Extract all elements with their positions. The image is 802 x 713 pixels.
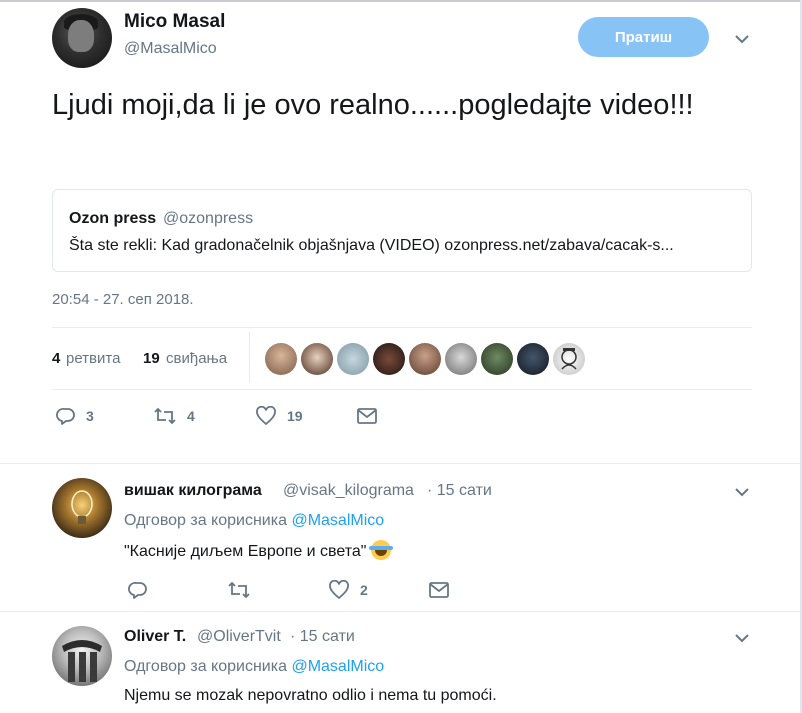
chevron-down-icon[interactable] xyxy=(734,31,750,47)
reply-action[interactable]: 3 xyxy=(56,406,94,426)
liker-avatar[interactable] xyxy=(517,343,549,375)
liker-avatar[interactable] xyxy=(265,343,297,375)
replying-to-mention[interactable]: @MasalMico xyxy=(291,512,384,529)
author-handle[interactable]: @MasalMico xyxy=(124,40,217,58)
reply-count: 3 xyxy=(86,408,94,424)
author-avatar[interactable] xyxy=(52,8,112,68)
heart-icon xyxy=(329,580,349,600)
reply-action[interactable] xyxy=(128,580,148,600)
chevron-down-icon[interactable] xyxy=(734,630,750,646)
replying-to: Одговор за корисника @MasalMico xyxy=(124,658,384,676)
replying-to-label: Одговор за корисника xyxy=(124,658,287,675)
retweets-label[interactable]: ретвита xyxy=(66,350,120,367)
retweet-action[interactable] xyxy=(227,580,251,600)
retweets-count[interactable]: 4 xyxy=(52,350,60,367)
liker-avatar[interactable] xyxy=(301,343,333,375)
follow-button[interactable]: Пратиш xyxy=(578,17,709,57)
quoted-tweet[interactable]: Ozon press @ozonpress Šta ste rekli: Kad… xyxy=(52,189,752,272)
replying-to-mention[interactable]: @MasalMico xyxy=(291,658,384,675)
chevron-down-icon[interactable] xyxy=(734,484,750,500)
retweet-icon xyxy=(154,407,176,425)
tears-of-joy-emoji-icon xyxy=(368,540,393,560)
liker-avatars xyxy=(265,343,585,375)
like-count: 2 xyxy=(360,582,368,598)
stats-separator xyxy=(249,331,250,383)
liker-avatar[interactable] xyxy=(409,343,441,375)
divider xyxy=(52,327,752,328)
liker-avatar[interactable] xyxy=(553,343,585,375)
quoted-author-name: Ozon press xyxy=(69,210,157,227)
reply-author-handle[interactable]: @visak_kilograma xyxy=(283,482,414,500)
reply-text: "Касније диљем Европе и света" xyxy=(124,543,367,560)
reply-time[interactable]: · 15 сати xyxy=(290,628,355,646)
reply-avatar[interactable] xyxy=(52,626,112,686)
reply-avatar[interactable] xyxy=(52,478,112,538)
envelope-icon xyxy=(429,582,449,598)
like-action[interactable]: 2 xyxy=(328,580,368,600)
divider xyxy=(52,389,752,390)
reply-author-name[interactable]: Oliver T. xyxy=(124,628,186,646)
author-name[interactable]: Mico Masal xyxy=(124,11,225,33)
retweet-icon xyxy=(228,581,250,599)
reply-tweet: вишак килограма @visak_kilograma · 15 са… xyxy=(0,464,800,612)
reply-author-handle[interactable]: @OliverTvit xyxy=(197,628,281,646)
reply-tweet: Oliver T. @OliverTvit · 15 сати Одговор … xyxy=(0,612,800,713)
reply-time[interactable]: · 15 сати xyxy=(427,482,492,500)
retweet-action[interactable]: 4 xyxy=(153,406,195,426)
likes-label[interactable]: свиђања xyxy=(166,350,227,367)
message-action[interactable] xyxy=(428,580,450,600)
reply-icon xyxy=(56,408,75,425)
liker-avatar[interactable] xyxy=(337,343,369,375)
likes-count[interactable]: 19 xyxy=(143,350,160,367)
replying-to-label: Одговор за корисника xyxy=(124,512,287,529)
reply-icon xyxy=(128,582,147,599)
reply-author-name[interactable]: вишак килограма xyxy=(124,482,262,500)
like-action[interactable]: 19 xyxy=(255,406,303,426)
reply-text: Njemu se mozak nepovratno odlio i nema t… xyxy=(124,687,497,704)
reply-text-row: "Касније диљем Европе и света" xyxy=(124,540,393,561)
retweet-count: 4 xyxy=(187,408,195,424)
quoted-tweet-text: Šta ste rekli: Kad gradonačelnik objašnj… xyxy=(69,237,674,254)
quoted-author-handle: @ozonpress xyxy=(163,210,254,227)
liker-avatar[interactable] xyxy=(481,343,513,375)
message-action[interactable] xyxy=(356,406,378,426)
tweet-text: Ljudi moji,da li je ovo realno......pogl… xyxy=(52,89,694,121)
heart-icon xyxy=(256,406,276,426)
liker-avatar[interactable] xyxy=(373,343,405,375)
like-count: 19 xyxy=(287,408,303,424)
liker-avatar[interactable] xyxy=(445,343,477,375)
envelope-icon xyxy=(357,408,377,424)
tweet-timestamp[interactable]: 20:54 - 27. сеп 2018. xyxy=(52,291,194,308)
replying-to: Одговор за корисника @MasalMico xyxy=(124,512,384,530)
main-tweet: Mico Masal @MasalMico Пратиш Ljudi moji,… xyxy=(0,0,800,464)
